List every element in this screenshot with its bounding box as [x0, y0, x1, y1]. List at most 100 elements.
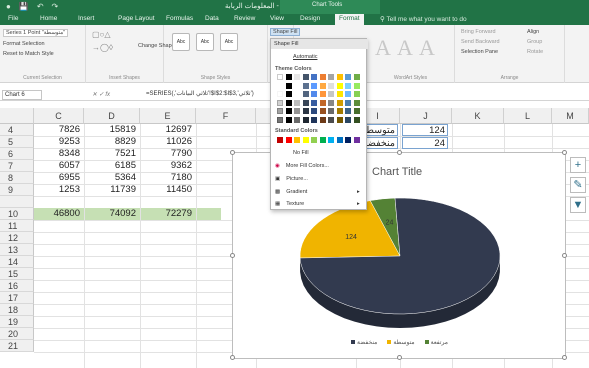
theme-color-swatch[interactable]: [336, 74, 343, 80]
chart-elements-button[interactable]: +: [570, 157, 586, 173]
column-header-c[interactable]: C: [34, 108, 84, 124]
cell-c6[interactable]: 8348: [34, 148, 84, 160]
standard-color-swatch[interactable]: [311, 137, 317, 143]
theme-color-swatch[interactable]: [311, 99, 317, 106]
resize-handle[interactable]: [562, 150, 567, 155]
standard-color-swatch[interactable]: [319, 137, 326, 143]
tab-format[interactable]: Format: [335, 14, 364, 25]
row-header[interactable]: 14: [0, 256, 34, 268]
shapes-gallery-icon[interactable]: ▢○△: [92, 30, 111, 39]
group-button[interactable]: Group: [527, 39, 542, 45]
theme-color-swatch[interactable]: [311, 82, 317, 89]
theme-color-swatch[interactable]: [353, 82, 360, 89]
resize-handle[interactable]: [397, 355, 402, 360]
resize-handle[interactable]: [397, 150, 402, 155]
theme-color-swatch[interactable]: [302, 108, 309, 114]
theme-color-swatch[interactable]: [302, 99, 309, 106]
theme-color-swatch[interactable]: [353, 108, 360, 114]
shape-style-3[interactable]: Abc: [220, 33, 238, 51]
theme-color-swatch[interactable]: [285, 82, 292, 89]
theme-color-swatch[interactable]: [319, 116, 326, 123]
resize-handle[interactable]: [230, 253, 235, 258]
theme-color-swatch[interactable]: [328, 116, 334, 123]
theme-color-swatch[interactable]: [328, 74, 334, 80]
row-header[interactable]: 9: [0, 184, 34, 196]
cell-d4[interactable]: 15819: [84, 124, 140, 136]
resize-handle[interactable]: [230, 355, 235, 360]
theme-color-swatch[interactable]: [294, 82, 300, 89]
theme-color-swatch[interactable]: [294, 74, 300, 80]
column-header-l[interactable]: L: [504, 108, 552, 124]
selection-pane-button[interactable]: Selection Pane: [461, 49, 498, 55]
standard-color-swatch[interactable]: [328, 137, 334, 143]
tab-review[interactable]: Review: [234, 15, 255, 22]
row-header[interactable]: 15: [0, 268, 34, 280]
resize-handle[interactable]: [562, 253, 567, 258]
theme-color-swatch[interactable]: [319, 74, 326, 80]
format-selection-button[interactable]: Format Selection: [3, 41, 45, 47]
row-header[interactable]: 10: [0, 208, 34, 220]
theme-color-swatch[interactable]: [353, 91, 360, 97]
more-fill-colors-option[interactable]: ◉ More Fill Colors...: [275, 163, 329, 169]
cell-d5[interactable]: 8829: [84, 136, 140, 148]
chart-filters-icon[interactable]: ▼: [570, 197, 586, 213]
theme-color-swatch[interactable]: [336, 82, 343, 89]
chart-legend[interactable]: منخفضة متوسطة مرتفعة: [351, 339, 448, 346]
theme-color-swatch[interactable]: [294, 116, 300, 123]
cell-c5[interactable]: 9253: [34, 136, 84, 148]
row-header[interactable]: 20: [0, 328, 34, 340]
theme-color-swatch[interactable]: [277, 91, 283, 97]
column-header-j[interactable]: J: [400, 108, 452, 124]
pie-data-label[interactable]: 124: [345, 234, 357, 241]
standard-color-swatch[interactable]: [336, 137, 343, 143]
cell-e9[interactable]: 11450: [140, 184, 196, 196]
theme-color-swatch[interactable]: [319, 91, 326, 97]
column-header-d[interactable]: D: [84, 108, 140, 124]
theme-color-swatch[interactable]: [302, 91, 309, 97]
send-backward-button[interactable]: Send Backward: [461, 39, 500, 45]
theme-color-swatch[interactable]: [319, 82, 326, 89]
standard-color-swatch[interactable]: [285, 137, 292, 143]
cell-c4[interactable]: 7826: [34, 124, 84, 136]
theme-color-swatch[interactable]: [345, 116, 351, 123]
theme-color-swatch[interactable]: [294, 108, 300, 114]
theme-color-swatch[interactable]: [277, 74, 283, 80]
pie-data-label[interactable]: 24: [386, 220, 394, 227]
standard-color-swatch[interactable]: [353, 137, 360, 143]
theme-color-swatch[interactable]: [311, 74, 317, 80]
row-header[interactable]: 16: [0, 280, 34, 292]
tab-data[interactable]: Data: [205, 15, 219, 22]
tab-view[interactable]: View: [270, 15, 284, 22]
tab-formulas[interactable]: Formulas: [166, 15, 193, 22]
tab-insert[interactable]: Insert: [78, 15, 94, 22]
theme-color-swatch[interactable]: [294, 91, 300, 97]
theme-color-swatch[interactable]: [319, 108, 326, 114]
select-all-corner[interactable]: [0, 108, 34, 124]
standard-color-swatch[interactable]: [345, 137, 351, 143]
cell-e7[interactable]: 9362: [140, 160, 196, 172]
theme-color-swatch[interactable]: [345, 82, 351, 89]
cell-j5[interactable]: 24: [402, 137, 448, 149]
theme-color-swatch[interactable]: [311, 116, 317, 123]
cell-c7[interactable]: 6057: [34, 160, 84, 172]
theme-color-swatch[interactable]: [302, 74, 309, 80]
theme-color-swatch[interactable]: [285, 108, 292, 114]
gradient-fill-option[interactable]: ▩ Gradient ▸: [275, 189, 360, 195]
shape-style-1[interactable]: Abc: [172, 33, 190, 51]
cell-c9[interactable]: 1253: [34, 184, 84, 196]
standard-color-swatch[interactable]: [302, 137, 309, 143]
cell-c8[interactable]: 6955: [34, 172, 84, 184]
column-header-f[interactable]: F: [196, 108, 256, 124]
cell-d6[interactable]: 7521: [84, 148, 140, 160]
shape-style-2[interactable]: Abc: [196, 33, 214, 51]
tab-page-layout[interactable]: Page Layout: [118, 15, 155, 22]
theme-color-swatch[interactable]: [285, 91, 292, 97]
cell-e4[interactable]: 12697: [140, 124, 196, 136]
formula-input[interactable]: =SERIES(,'ثلاثي البيانات'!$I$2:$I$3,'ثلا…: [146, 90, 254, 97]
column-header-m[interactable]: M: [552, 108, 589, 124]
cell-c10[interactable]: 46800: [34, 208, 84, 220]
theme-color-swatch[interactable]: [345, 74, 351, 80]
resize-handle[interactable]: [562, 355, 567, 360]
texture-fill-option[interactable]: ▦ Texture ▸: [275, 201, 360, 207]
shape-fill-button[interactable]: Shape Fill: [270, 28, 301, 36]
